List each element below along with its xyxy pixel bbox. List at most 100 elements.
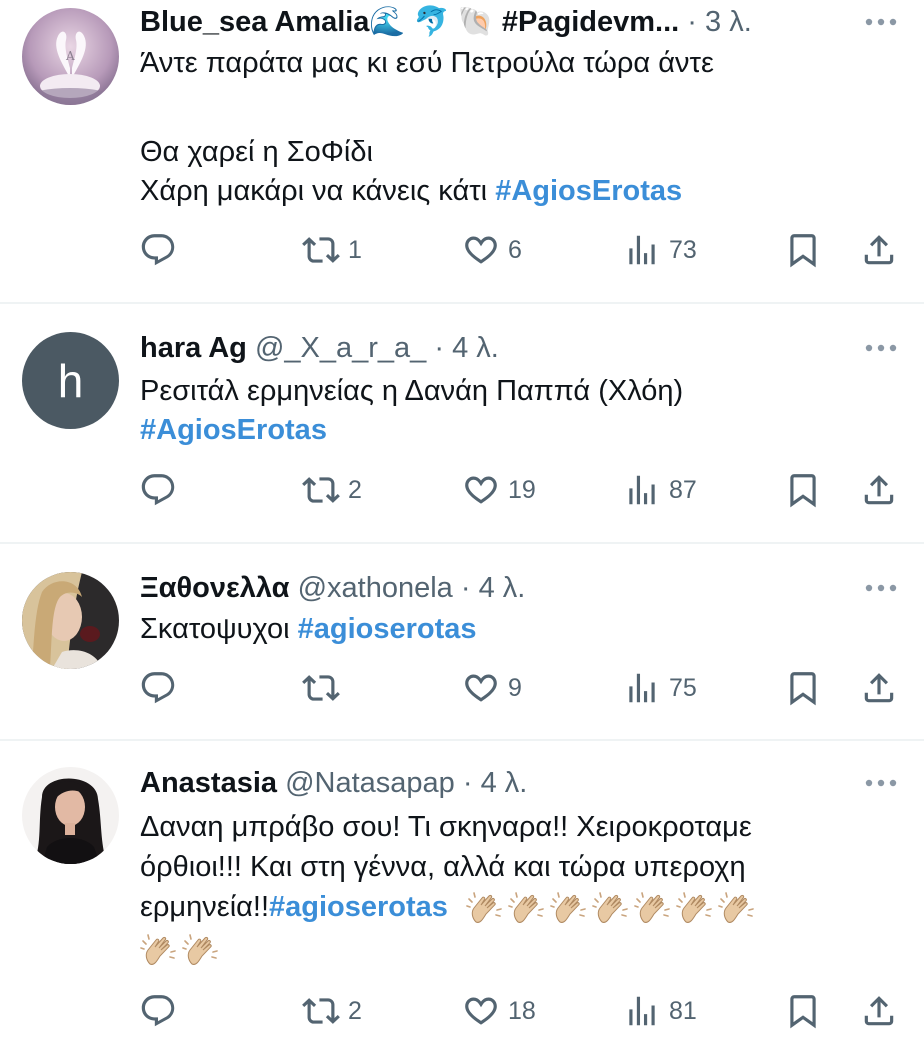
avatar[interactable]: A <box>22 8 119 105</box>
views-icon <box>623 669 661 707</box>
timestamp[interactable]: 4 λ. <box>479 572 526 604</box>
reply-button[interactable] <box>139 228 185 272</box>
display-name[interactable]: Anastasia <box>140 767 277 799</box>
like-icon <box>462 231 500 269</box>
avatar[interactable] <box>22 572 119 669</box>
clap-emoji <box>508 888 548 928</box>
avatar-letter: h <box>57 354 84 407</box>
timestamp[interactable]: 3 λ. <box>705 6 752 38</box>
retweet-count: 2 <box>348 996 362 1025</box>
share-icon <box>860 231 898 269</box>
retweet-button[interactable]: 2 <box>302 989 362 1033</box>
retweet-icon <box>302 471 340 509</box>
clap-emoji <box>718 888 758 928</box>
hashtag-link[interactable]: #AgiosErotas <box>140 414 327 446</box>
like-icon <box>462 471 500 509</box>
display-name[interactable]: hara Ag <box>140 332 247 364</box>
avatar[interactable]: h <box>22 332 119 429</box>
tweet-line: Δαναη μπράβο σου! Τι σκηναρα!! Χειροκροτ… <box>140 811 752 843</box>
retweet-button[interactable]: 1 <box>302 228 362 272</box>
tweet-text: Άντε παράτα μας κι εσύ Πετρούλα τώρα άντ… <box>140 44 884 210</box>
bookmark-icon <box>784 231 822 269</box>
retweet-button[interactable] <box>302 666 348 710</box>
share-button[interactable] <box>860 989 898 1033</box>
share-button[interactable] <box>860 666 898 710</box>
views-button[interactable]: 73 <box>623 228 697 272</box>
more-icon[interactable] <box>864 343 898 353</box>
views-count: 73 <box>669 235 697 264</box>
like-button[interactable]: 6 <box>462 228 522 272</box>
action-bar: 1 6 73 <box>0 228 924 272</box>
bookmark-icon <box>784 992 822 1030</box>
clap-emoji <box>634 888 674 928</box>
reply-icon <box>139 231 177 269</box>
more-icon[interactable] <box>864 583 898 593</box>
like-count: 19 <box>508 475 536 504</box>
bookmark-icon <box>784 471 822 509</box>
tweet-line: Ρεσιτάλ ερμηνείας η Δανάη Παππά (Χλόη) <box>140 375 684 407</box>
views-count: 87 <box>669 475 697 504</box>
clap-emoji <box>182 930 222 970</box>
tweet-line: Άντε παράτα μας κι εσύ Πετρούλα τώρα άντ… <box>140 47 714 79</box>
bookmark-button[interactable] <box>784 468 822 512</box>
hashtag-link[interactable]: #agioserotas <box>269 887 448 927</box>
like-button[interactable]: 19 <box>462 468 536 512</box>
clap-emoji <box>466 888 506 928</box>
views-icon <box>623 992 661 1030</box>
retweet-icon <box>302 669 340 707</box>
more-icon[interactable] <box>864 778 898 788</box>
tweet[interactable]: Ξαθονελλα @xathonela · 4 λ. Σκατοψυχοι #… <box>0 544 924 741</box>
hashtag-link[interactable]: #agioserotas <box>298 613 477 645</box>
views-icon <box>623 231 661 269</box>
views-count: 81 <box>669 996 697 1025</box>
clap-emoji <box>140 930 180 970</box>
woman-avatar-image <box>22 572 119 669</box>
clap-emoji <box>592 888 632 928</box>
separator-dot: · <box>462 767 473 799</box>
bookmark-button[interactable] <box>784 228 822 272</box>
like-button[interactable]: 18 <box>462 989 536 1033</box>
timestamp[interactable]: 4 λ. <box>481 767 528 799</box>
views-icon <box>623 471 661 509</box>
retweet-icon <box>302 231 340 269</box>
tweet[interactable]: A Blue_sea Amalia🌊 🐬 🐚 #Pagidevm... · 3 … <box>0 0 924 304</box>
hashtag-link[interactable]: #AgiosErotas <box>495 175 682 207</box>
bookmark-button[interactable] <box>784 666 822 710</box>
like-icon <box>462 669 500 707</box>
clap-emoji <box>676 888 716 928</box>
swans-avatar-image: A <box>22 8 119 105</box>
avatar[interactable] <box>22 767 119 864</box>
username[interactable]: @xathonela <box>298 572 453 604</box>
action-bar: 2 18 81 <box>0 989 924 1033</box>
display-name[interactable]: Ξαθονελλα <box>140 572 290 604</box>
tweet-text: Σκατοψυχοι #agioserotas <box>140 610 884 649</box>
bookmark-icon <box>784 669 822 707</box>
like-count: 18 <box>508 996 536 1025</box>
woman-avatar-image <box>22 767 119 864</box>
more-icon[interactable] <box>864 17 898 27</box>
share-icon <box>860 471 898 509</box>
username[interactable]: @_X_a_r_a_ <box>255 332 426 364</box>
tweet-line: Σκατοψυχοι <box>140 613 298 645</box>
reply-button[interactable] <box>139 989 185 1033</box>
timestamp[interactable]: 4 λ. <box>452 332 499 364</box>
tweet[interactable]: h hara Ag @_X_a_r_a_ · 4 λ. Ρεσιτάλ ερμη… <box>0 304 924 544</box>
username[interactable]: @Natasapap <box>285 767 455 799</box>
share-button[interactable] <box>860 468 898 512</box>
tweet-line <box>140 83 884 122</box>
reply-button[interactable] <box>139 468 185 512</box>
svg-text:A: A <box>65 49 75 63</box>
bookmark-button[interactable] <box>784 989 822 1033</box>
views-button[interactable]: 75 <box>623 666 697 710</box>
retweet-icon <box>302 992 340 1030</box>
display-name[interactable]: Blue_sea Amalia🌊 🐬 🐚 #Pagidevm... <box>140 6 679 38</box>
action-bar: 9 75 <box>0 666 924 710</box>
retweet-button[interactable]: 2 <box>302 468 362 512</box>
like-button[interactable]: 9 <box>462 666 522 710</box>
views-button[interactable]: 81 <box>623 989 697 1033</box>
reply-button[interactable] <box>139 666 185 710</box>
share-button[interactable] <box>860 228 898 272</box>
separator-dot: · <box>460 572 471 604</box>
tweet[interactable]: Anastasia @Natasapap · 4 λ. Δαναη μπράβο… <box>0 741 924 1041</box>
views-button[interactable]: 87 <box>623 468 697 512</box>
